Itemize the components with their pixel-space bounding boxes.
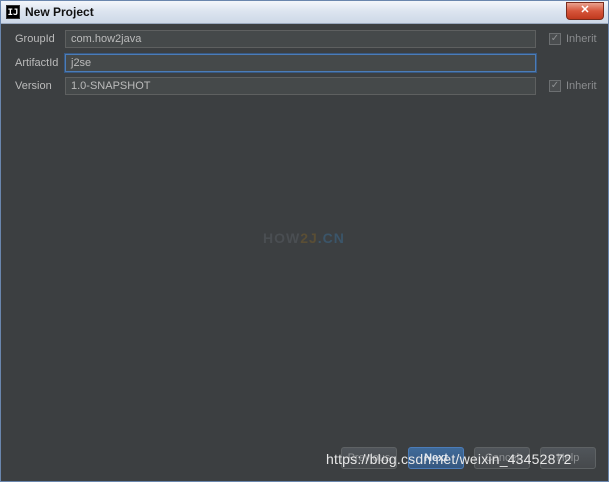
group-id-inherit-label: Inherit xyxy=(566,33,597,45)
close-button[interactable]: ✕ xyxy=(566,2,604,20)
group-id-row: GroupId com.how2java ✓ Inherit xyxy=(5,29,604,51)
group-id-inherit-checkbox[interactable]: ✓ xyxy=(549,33,561,45)
version-label: Version xyxy=(15,80,52,92)
watermark-part-2: 2J xyxy=(300,230,318,246)
dialog-content: GroupId com.how2java ✓ Inherit ArtifactI… xyxy=(5,24,604,477)
watermark-part-1: HOW xyxy=(263,230,301,246)
version-inherit-checkbox[interactable]: ✓ xyxy=(549,80,561,92)
how2j-watermark: HOW2J.CN xyxy=(263,230,345,246)
blog-credit-overlay: https://blog.csdn.net/weixin_43452872 xyxy=(326,451,572,467)
version-inherit-label: Inherit xyxy=(566,80,597,92)
group-id-label: GroupId xyxy=(15,33,55,45)
title-bar[interactable]: IJ New Project ✕ xyxy=(1,1,608,24)
version-field[interactable]: 1.0-SNAPSHOT xyxy=(65,77,536,95)
version-row: Version 1.0-SNAPSHOT ✓ Inherit xyxy=(5,76,604,98)
artifact-id-field[interactable]: j2se xyxy=(65,54,536,72)
watermark-part-3: .CN xyxy=(317,230,345,246)
group-id-field[interactable]: com.how2java xyxy=(65,30,536,48)
intellij-app-icon: IJ xyxy=(6,5,20,19)
artifact-id-label: ArtifactId xyxy=(15,57,59,69)
window-title: New Project xyxy=(25,5,94,19)
artifact-id-row: ArtifactId j2se xyxy=(5,53,604,75)
new-project-dialog: IJ New Project ✕ GroupId com.how2java ✓ … xyxy=(0,0,609,482)
